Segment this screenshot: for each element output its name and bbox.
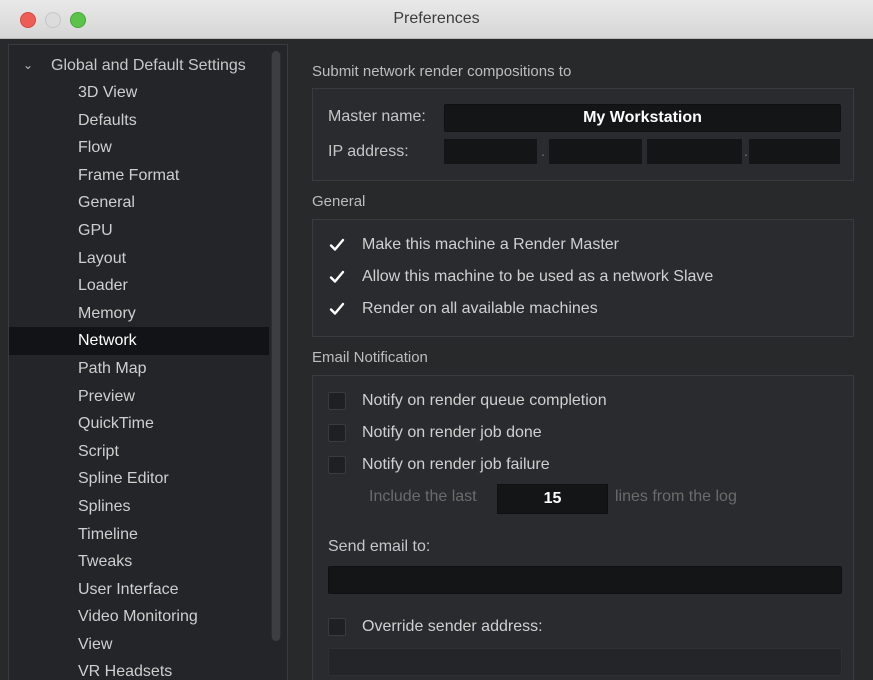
sidebar-item-layout[interactable]: Layout: [9, 245, 269, 273]
sidebar-item-network[interactable]: Network: [9, 327, 269, 355]
sidebar-item-gpu[interactable]: GPU: [9, 217, 269, 245]
sidebar-item-preview[interactable]: Preview: [9, 383, 269, 411]
sidebar-item-timeline[interactable]: Timeline: [9, 521, 269, 549]
sidebar-item-memory[interactable]: Memory: [9, 300, 269, 328]
notify-job-done-checkbox[interactable]: [328, 424, 346, 442]
sidebar-item-video-monitoring[interactable]: Video Monitoring: [9, 603, 269, 631]
ip-separator-3: .: [744, 143, 748, 159]
master-name-input[interactable]: My Workstation: [444, 104, 841, 132]
submit-group: Master name: My Workstation IP address: …: [312, 88, 854, 181]
notify-queue-checkbox[interactable]: [328, 392, 346, 410]
sidebar-item-vr-headsets[interactable]: VR Headsets: [9, 658, 269, 680]
ip-address-label: IP address:: [328, 143, 409, 160]
notify-job-failure-label: Notify on render job failure: [362, 456, 550, 473]
general-section-heading: General: [312, 193, 366, 210]
checkmark-icon: [329, 302, 345, 315]
render-all-machines-checkbox[interactable]: [328, 300, 346, 318]
network-slave-label: Allow this machine to be used as a netwo…: [362, 268, 714, 285]
ip-separator-1: .: [541, 143, 545, 159]
title-bar: Preferences: [0, 0, 873, 39]
sidebar-item-general[interactable]: General: [9, 189, 269, 217]
settings-tree-items: 3D View Defaults Flow Frame Format Gener…: [9, 79, 269, 680]
notify-job-failure-checkbox[interactable]: [328, 456, 346, 474]
sidebar-item-user-interface[interactable]: User Interface: [9, 576, 269, 604]
sidebar-item-defaults[interactable]: Defaults: [9, 107, 269, 135]
sidebar-item-path-map[interactable]: Path Map: [9, 355, 269, 383]
lines-from-log-label: lines from the log: [615, 488, 737, 505]
ip-address-octet-2[interactable]: [549, 139, 642, 164]
sidebar-item-frame-format[interactable]: Frame Format: [9, 162, 269, 190]
log-lines-input[interactable]: 15: [497, 484, 608, 514]
notify-job-done-label: Notify on render job done: [362, 424, 542, 441]
window-title: Preferences: [393, 10, 480, 27]
render-master-checkbox[interactable]: [328, 236, 346, 254]
send-email-to-input[interactable]: [328, 566, 842, 594]
send-email-to-label: Send email to:: [328, 538, 431, 555]
notify-queue-label: Notify on render queue completion: [362, 392, 607, 409]
tree-root-global-settings[interactable]: ⌄ Global and Default Settings: [23, 55, 246, 77]
email-group: Notify on render queue completion Notify…: [312, 375, 854, 680]
sidebar-item-flow[interactable]: Flow: [9, 134, 269, 162]
sender-address-input[interactable]: [328, 648, 842, 676]
chevron-down-icon[interactable]: ⌄: [23, 54, 41, 76]
sidebar-item-spline-editor[interactable]: Spline Editor: [9, 465, 269, 493]
override-sender-checkbox[interactable]: [328, 618, 346, 636]
preferences-window: Preferences ⌄ Global and Default Settings…: [0, 0, 873, 680]
sidebar-item-view[interactable]: View: [9, 631, 269, 659]
sidebar-scrollbar[interactable]: [271, 51, 281, 641]
sidebar-item-script[interactable]: Script: [9, 438, 269, 466]
sidebar-item-loader[interactable]: Loader: [9, 272, 269, 300]
sidebar-item-tweaks[interactable]: Tweaks: [9, 548, 269, 576]
render-master-label: Make this machine a Render Master: [362, 236, 619, 253]
sidebar-item-quicktime[interactable]: QuickTime: [9, 410, 269, 438]
sidebar-scrollbar-thumb[interactable]: [272, 51, 280, 641]
ip-address-octet-1[interactable]: [444, 139, 537, 164]
render-all-machines-label: Render on all available machines: [362, 300, 598, 317]
override-sender-label: Override sender address:: [362, 618, 543, 635]
email-section-heading: Email Notification: [312, 349, 428, 366]
tree-root-label: Global and Default Settings: [51, 57, 246, 74]
master-name-label: Master name:: [328, 108, 426, 125]
network-preferences-panel: Submit network render compositions to Ma…: [296, 44, 861, 680]
sidebar-item-3d-view[interactable]: 3D View: [9, 79, 269, 107]
ip-address-octet-3[interactable]: [647, 139, 742, 164]
settings-sidebar: ⌄ Global and Default Settings 3D View Def…: [8, 44, 288, 680]
include-last-label: Include the last: [369, 488, 477, 505]
ip-address-octet-4[interactable]: [749, 139, 840, 164]
checkmark-icon: [329, 270, 345, 283]
sidebar-item-splines[interactable]: Splines: [9, 493, 269, 521]
general-group: Make this machine a Render Master Allow …: [312, 219, 854, 337]
checkmark-icon: [329, 238, 345, 251]
network-slave-checkbox[interactable]: [328, 268, 346, 286]
submit-section-heading: Submit network render compositions to: [312, 63, 572, 80]
